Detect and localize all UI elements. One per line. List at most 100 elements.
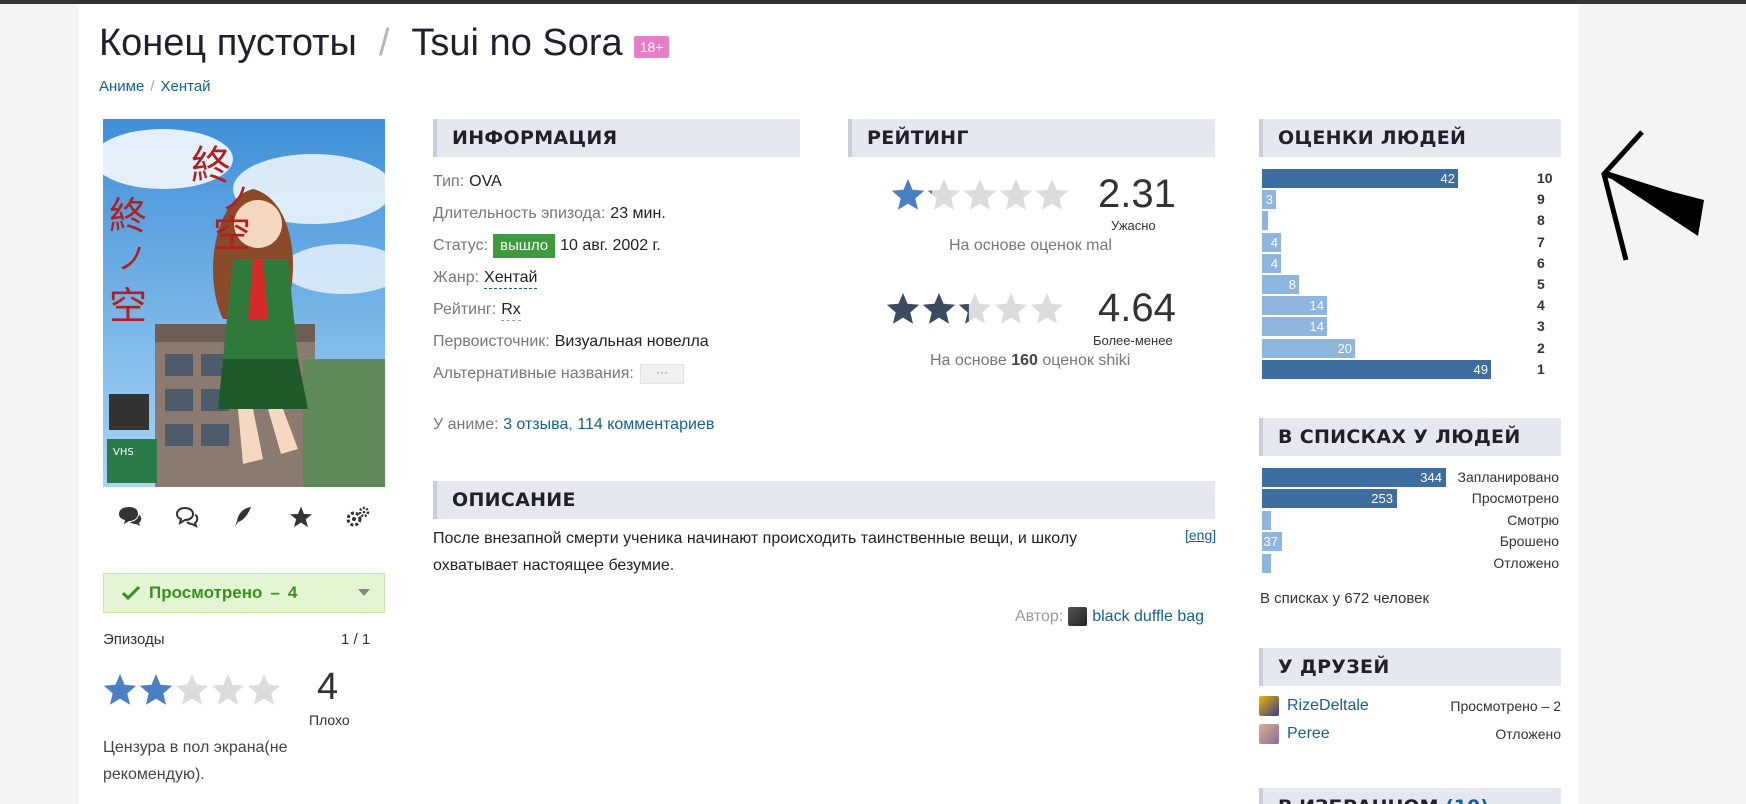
info-header: ИНФОРМАЦИЯ bbox=[433, 119, 800, 157]
rating-value[interactable]: Rx bbox=[501, 300, 521, 321]
duration-value: 23 мин. bbox=[610, 205, 666, 222]
shiki-basis: На основе 160 оценок shiki bbox=[930, 352, 1130, 370]
user-comment: Цензура в пол экрана(не рекомендую). bbox=[103, 739, 288, 783]
shiki-basis-prefix: На основе bbox=[930, 352, 1007, 369]
score-row: 39 bbox=[1262, 189, 1552, 210]
score-row: 49 1 bbox=[1262, 359, 1552, 380]
friend-row[interactable]: RizeDeltale Просмотрено – 2 bbox=[1259, 696, 1561, 716]
check-icon bbox=[122, 585, 140, 601]
author-avatar bbox=[1068, 607, 1088, 626]
score-row: 8 bbox=[1262, 210, 1552, 231]
mal-stars bbox=[890, 178, 1090, 219]
shiki-score-text: Более-менее bbox=[1093, 333, 1173, 348]
list-row: 344 Запланировано bbox=[1262, 467, 1559, 488]
anime-poster[interactable]: 終 ノ 空 終 ノ 空 VHS bbox=[103, 119, 385, 487]
mal-star-filled bbox=[891, 179, 925, 210]
shiki-basis-suffix: оценок shiki bbox=[1042, 352, 1131, 369]
status-dash: – bbox=[270, 583, 280, 602]
lists-header: В СПИСКАХ У ЛЮДЕЙ bbox=[1259, 418, 1561, 456]
list-label: Брошено bbox=[1499, 533, 1559, 550]
score-row: 46 bbox=[1262, 253, 1552, 274]
list-label: Смотрю bbox=[1507, 511, 1559, 528]
genre-link[interactable]: Хентай bbox=[484, 268, 538, 289]
comments-link[interactable]: 114 комментариев bbox=[577, 416, 714, 433]
mal-score: 2.31 bbox=[1098, 172, 1176, 216]
score-bar: 3 bbox=[1262, 190, 1276, 210]
alt-names-expand[interactable]: ··· bbox=[639, 364, 684, 384]
score-row: 47 bbox=[1262, 232, 1552, 253]
author-label: Автор: bbox=[1015, 607, 1064, 625]
mal-star-empty bbox=[1035, 179, 1069, 210]
breadcrumb-genre[interactable]: Хентай bbox=[161, 78, 211, 95]
list-row: 253 Просмотрено bbox=[1262, 488, 1559, 509]
reviews-icon[interactable] bbox=[172, 504, 202, 530]
age-badge: 18+ bbox=[633, 35, 670, 58]
edit-icon[interactable] bbox=[229, 504, 259, 530]
poster-image: 終 ノ 空 終 ノ 空 VHS bbox=[103, 119, 385, 487]
author-link[interactable]: black duffle bag bbox=[1092, 608, 1204, 626]
shiki-star-empty bbox=[994, 293, 1028, 324]
breadcrumb-anime[interactable]: Аниме bbox=[99, 78, 144, 95]
in-anime-label: У аниме: bbox=[433, 416, 499, 433]
info-source: Первоисточник: Визуальная новелла bbox=[433, 326, 709, 358]
list-bar: 344 bbox=[1262, 468, 1446, 487]
comments-icon[interactable] bbox=[115, 504, 145, 530]
title-ru: Конец пустоты bbox=[99, 22, 357, 64]
friend-status: Отложено bbox=[1495, 726, 1561, 742]
shiki-count: 160 bbox=[1011, 352, 1038, 369]
favorites-header-bar: В ИЗБРАННОМ (10) bbox=[1259, 788, 1561, 804]
score-bar: 20 bbox=[1262, 338, 1355, 358]
mal-star-empty bbox=[927, 179, 961, 210]
status-badge: вышло bbox=[493, 234, 556, 258]
shiki-star-filled bbox=[922, 293, 956, 324]
action-icons bbox=[103, 504, 385, 530]
friend-name[interactable]: RizeDeltale bbox=[1287, 697, 1369, 715]
info-status: Статус: вышло 10 авг. 2002 г. bbox=[433, 230, 709, 262]
list-row: 37 Брошено bbox=[1262, 531, 1559, 552]
status-field-label: Статус: bbox=[433, 237, 489, 254]
score-label: 2 bbox=[1537, 339, 1545, 356]
type-value: OVA bbox=[469, 173, 502, 190]
annotation-arrow-icon bbox=[1601, 130, 1704, 261]
duration-label: Длительность эпизода: bbox=[433, 205, 606, 222]
friend-name[interactable]: Peree bbox=[1287, 725, 1330, 743]
rating-label: Рейтинг: bbox=[433, 301, 497, 318]
info-duration: Длительность эпизода: 23 мин. bbox=[433, 198, 709, 230]
type-label: Тип: bbox=[433, 173, 465, 190]
svg-text:VHS: VHS bbox=[113, 447, 134, 458]
svg-text:空: 空 bbox=[213, 212, 251, 256]
list-bar: 37 bbox=[1262, 532, 1282, 552]
user-star-empty bbox=[211, 674, 245, 705]
score-bar: 42 bbox=[1262, 169, 1458, 188]
breadcrumb-separator: / bbox=[150, 78, 155, 95]
score-label: 7 bbox=[1537, 233, 1545, 250]
friend-row[interactable]: Peree Отложено bbox=[1259, 724, 1561, 744]
mal-star-empty bbox=[999, 179, 1033, 210]
shiki-star-filled bbox=[886, 293, 920, 324]
favorites-header[interactable]: В ИЗБРАННОМ (10) bbox=[1259, 788, 1561, 804]
user-status-dropdown[interactable]: Просмотрено – 4 bbox=[103, 573, 385, 613]
source-label: Первоисточник: bbox=[433, 333, 550, 350]
score-row: 14 4 bbox=[1262, 295, 1552, 316]
description-header: ОПИСАНИЕ bbox=[433, 481, 1215, 519]
info-rating: Рейтинг: Rx bbox=[433, 294, 709, 326]
favorite-star-icon[interactable] bbox=[286, 504, 316, 530]
user-star-filled bbox=[103, 674, 137, 705]
score-bar: 14 bbox=[1262, 317, 1327, 337]
list-row: Смотрю bbox=[1262, 510, 1559, 531]
score-bar: 49 bbox=[1262, 359, 1491, 379]
eng-description-link[interactable]: [eng] bbox=[1185, 527, 1216, 543]
mal-basis: На основе оценок mal bbox=[949, 237, 1112, 254]
shiki-stars bbox=[885, 292, 1085, 333]
friends-header: У ДРУЗЕЙ bbox=[1259, 648, 1561, 686]
score-bar: 4 bbox=[1262, 232, 1281, 252]
list-bar: 253 bbox=[1262, 489, 1397, 509]
user-score-stars[interactable] bbox=[102, 673, 302, 714]
score-row: 20 2 bbox=[1262, 338, 1552, 359]
score-bar bbox=[1262, 211, 1268, 231]
settings-gears-icon[interactable] bbox=[343, 504, 373, 530]
reviews-link[interactable]: 3 отзыва bbox=[503, 416, 568, 433]
info-alt-names: Альтернативные названия: ··· bbox=[433, 358, 709, 390]
score-label: 3 bbox=[1537, 318, 1545, 335]
episodes-value[interactable]: 1 / 1 bbox=[341, 631, 370, 648]
